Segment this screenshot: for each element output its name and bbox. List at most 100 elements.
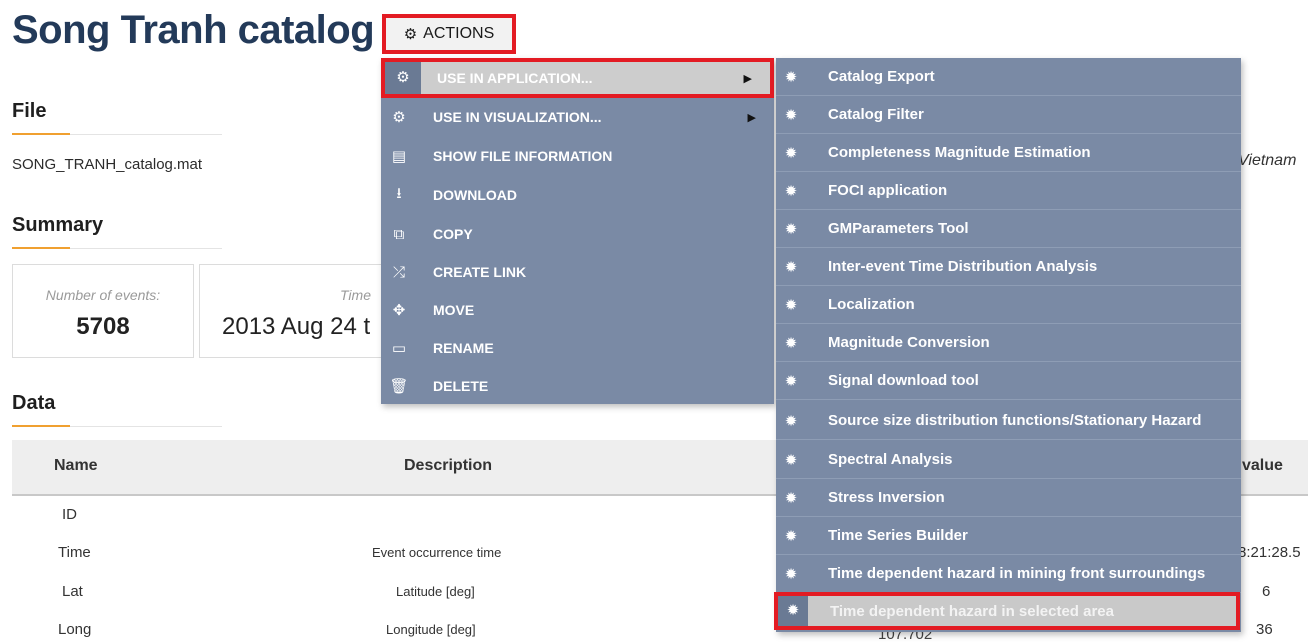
submenu-item-label: Time dependent hazard in selected area [830,602,1114,620]
file-heading-divider [12,133,222,135]
actions-menu: ⚙ USE IN APPLICATION... ▶ ⚙ USE IN VISUA… [381,58,774,404]
data-heading-divider [12,425,222,427]
submenu-item-label: Inter-event Time Distribution Analysis [828,258,1098,275]
submenu-item[interactable]: ✹ Spectral Analysis [776,441,1241,479]
gear-icon: ✹ [784,334,798,352]
gear-icon: ✹ [784,372,798,390]
gear-icon: ✹ [784,412,798,430]
gear-icon: ✹ [784,220,798,238]
submenu-item[interactable]: ✹ Catalog Filter [776,96,1241,134]
submenu-item[interactable]: ✹ Stress Inversion [776,479,1241,517]
region-text: Vietnam [1238,152,1297,169]
column-name[interactable]: Name [54,457,98,475]
gear-icon: ✹ [778,596,808,626]
gear-icon: ✹ [784,182,798,200]
row-description: Latitude [deg] [396,584,475,599]
submenu-item[interactable]: ✹ GMParameters Tool [776,210,1241,248]
menu-item-label: RENAME [433,340,494,356]
row-description: Longitude [deg] [386,622,476,637]
gear-icon: ✹ [784,565,798,583]
menu-item-label: MOVE [433,302,475,318]
menu-item-label: DELETE [433,378,489,394]
menu-item-copy[interactable]: ⧉ COPY [381,215,774,253]
submenu-item[interactable]: ✹ Completeness Magnitude Estimation [776,134,1241,172]
shuffle-icon: ⤮ [392,263,405,281]
summary-heading-divider [12,247,222,249]
events-label: Number of events: [45,287,161,303]
gear-icon: ✹ [784,489,798,507]
submenu-item[interactable]: ✹ Magnitude Conversion [776,324,1241,362]
download-icon: ⭳ [396,184,402,202]
actions-button-label: ACTIONS [423,25,495,42]
submenu-item-label: Source size distribution functions/Stati… [828,412,1202,429]
submenu-item[interactable]: ✹ FOCI application [776,172,1241,210]
row-name: Time [58,544,91,561]
copy-icon: ⧉ [393,225,405,243]
submenu-item-label: Localization [828,296,915,313]
menu-item-use-in-application[interactable]: ⚙ USE IN APPLICATION... ▶ [381,58,774,98]
gear-icon: ✹ [784,144,798,162]
submenu-item-label: Spectral Analysis [828,451,953,468]
menu-item-label: SHOW FILE INFORMATION [433,148,613,164]
time-value: 2013 Aug 24 t [222,313,371,340]
move-arrows-icon: ✥ [392,302,406,319]
data-heading: Data [12,392,56,414]
submenu-item-label: Time dependent hazard in mining front su… [828,565,1206,582]
row-value: 8:21:28.5 [1238,544,1301,561]
column-description[interactable]: Description [404,457,492,475]
menu-item-label: USE IN VISUALIZATION... [433,109,602,125]
menu-item-download[interactable]: ⭳ DOWNLOAD [381,176,774,214]
menu-item-label: USE IN APPLICATION... [437,70,593,86]
events-card: Number of events: 5708 [12,264,194,358]
row-description: Event occurrence time [372,545,502,560]
menu-item-rename[interactable]: ▭ RENAME [381,329,774,367]
menu-item-label: DOWNLOAD [433,187,517,203]
submenu-item[interactable]: ✹ Inter-event Time Distribution Analysis [776,248,1241,286]
menu-item-create-link[interactable]: ⤮ CREATE LINK [381,253,774,291]
folder-icon: ▭ [391,340,407,357]
submenu-item-label: Completeness Magnitude Estimation [828,144,1091,161]
submenu-item[interactable]: ✹ Signal download tool [776,362,1241,400]
gear-icon: ✹ [784,527,798,545]
trash-icon: 🗑 [389,378,409,395]
caret-right-icon: ▶ [743,72,752,85]
row-value: 6 [1262,583,1271,600]
time-card: Time 2013 Aug 24 t [199,264,389,358]
submenu-item[interactable]: ✹ Time Series Builder [776,517,1241,555]
menu-item-move[interactable]: ✥ MOVE [381,291,774,329]
application-submenu: ✹ Catalog Export ✹ Catalog Filter ✹ Comp… [774,58,1241,632]
submenu-item[interactable]: ✹ Time dependent hazard in mining front … [776,555,1241,593]
cogs-icon: ⚙ [392,109,406,126]
row-name: Lat [62,583,83,600]
cogs-icon: ⚙ [403,26,418,43]
menu-item-show-file-information[interactable]: ▤ SHOW FILE INFORMATION [381,137,774,175]
row-name: ID [62,506,77,523]
cogs-icon: ⚙ [385,62,421,94]
file-heading: File [12,100,47,122]
submenu-item[interactable]: ✹ Source size distribution functions/Sta… [776,402,1241,440]
gear-icon: ✹ [784,258,798,276]
summary-heading: Summary [12,214,104,236]
submenu-item-label: Magnitude Conversion [828,334,990,351]
submenu-item[interactable]: ✹ Localization [776,286,1241,324]
gear-icon: ✹ [784,296,798,314]
submenu-item-label: Time Series Builder [828,527,968,544]
gear-icon: ✹ [784,106,798,124]
column-value[interactable]: value [1242,457,1283,475]
menu-item-use-in-visualization[interactable]: ⚙ USE IN VISUALIZATION... ▶ [381,98,774,136]
file-name: SONG_TRANH_catalog.mat [12,156,203,173]
submenu-item-label: Catalog Export [828,68,935,85]
submenu-item[interactable]: ✹ Catalog Export [776,58,1241,96]
actions-button[interactable]: ⚙ ACTIONS [382,14,516,54]
caret-right-icon: ▶ [747,111,756,124]
page-title: Song Tranh catalog [12,8,375,52]
menu-item-delete[interactable]: 🗑 DELETE [381,367,774,405]
submenu-item-highlighted[interactable]: ✹ Time dependent hazard in selected area [774,592,1240,630]
gear-icon: ✹ [784,451,798,469]
menu-item-label: COPY [433,226,473,242]
submenu-item-label: Catalog Filter [828,106,924,123]
menu-item-label: CREATE LINK [433,264,527,280]
submenu-item-label: Stress Inversion [828,489,945,506]
events-value: 5708 [76,313,130,340]
submenu-item-label: Signal download tool [828,372,979,389]
